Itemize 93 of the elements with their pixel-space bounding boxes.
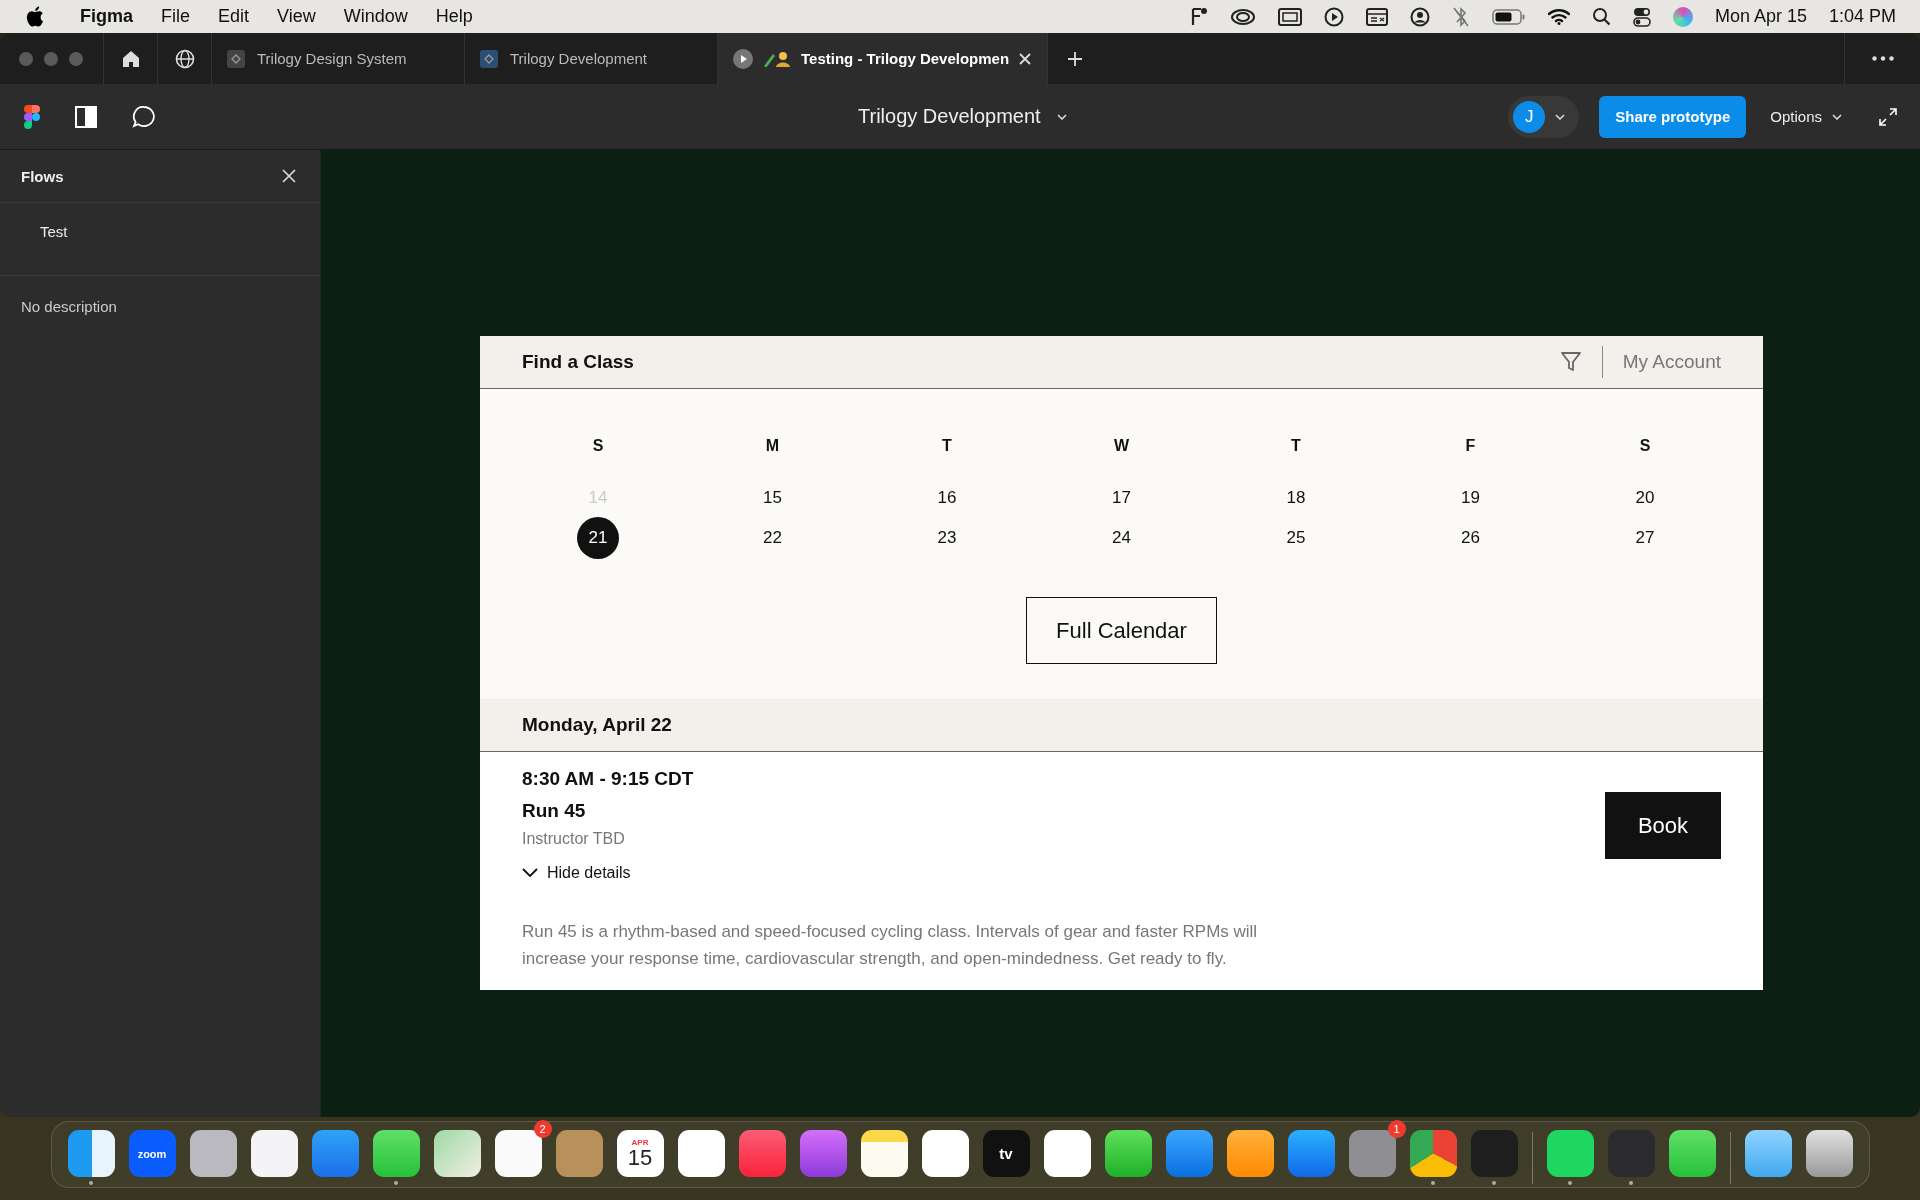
- user-menu-button[interactable]: J: [1508, 95, 1580, 138]
- options-button[interactable]: Options: [1764, 107, 1848, 126]
- details-toggle[interactable]: Hide details: [522, 864, 631, 882]
- zoom-app-icon[interactable]: zoom: [128, 1130, 176, 1177]
- class-name: Run 45: [522, 800, 586, 822]
- calendar-app-icon[interactable]: APR 15: [616, 1130, 664, 1177]
- figma-status-icon[interactable]: [1189, 6, 1208, 27]
- filter-icon[interactable]: [1559, 351, 1582, 373]
- weekday-label: T: [1290, 437, 1302, 456]
- book-button[interactable]: Book: [1605, 792, 1721, 859]
- notepad-app-icon[interactable]: [860, 1130, 908, 1177]
- close-window-button[interactable]: [19, 51, 33, 66]
- menu-item[interactable]: Help: [435, 6, 473, 27]
- apple-logo-icon[interactable]: [26, 6, 44, 27]
- battery-icon[interactable]: [1491, 8, 1526, 25]
- zoom-window-button[interactable]: [69, 51, 83, 66]
- menu-item[interactable]: View: [277, 6, 316, 27]
- calendar-day[interactable]: 24: [1100, 517, 1143, 559]
- user-circle-icon[interactable]: [1409, 6, 1430, 27]
- file-thumbnail-icon: [480, 49, 498, 68]
- calendar-date: 15: [627, 1147, 653, 1169]
- chevron-icon: [522, 868, 538, 878]
- close-icon[interactable]: [1019, 52, 1032, 65]
- menu-date[interactable]: Mon Apr 15: [1714, 6, 1807, 27]
- cloud-icon[interactable]: [1229, 6, 1256, 27]
- weekday-label: F: [1464, 437, 1477, 456]
- share-prototype-button[interactable]: Share prototype: [1599, 95, 1747, 138]
- menu-item[interactable]: Edit: [218, 6, 250, 27]
- wifi-icon[interactable]: [1547, 8, 1570, 25]
- calendar-day[interactable]: 26: [1449, 517, 1492, 559]
- figma-logo-icon[interactable]: [24, 104, 40, 129]
- menu-item[interactable]: File: [161, 6, 191, 27]
- class-time: 8:30 AM - 9:15 CDT: [522, 768, 694, 790]
- home-icon: [121, 50, 140, 67]
- file-tab[interactable]: Trilogy Design System: [212, 33, 465, 84]
- file-tab[interactable]: Testing - Trilogy Developmen: [718, 33, 1049, 84]
- chevron-down-icon: [1555, 113, 1566, 120]
- calendar-day[interactable]: 25: [1275, 517, 1317, 559]
- weekday-label: S: [591, 437, 605, 456]
- weekday-label: S: [1638, 437, 1652, 456]
- calendar-day[interactable]: 22: [751, 517, 794, 559]
- calendar-day[interactable]: 20: [1624, 477, 1666, 519]
- flow-item[interactable]: Test: [40, 223, 68, 240]
- calendar-day[interactable]: 15: [751, 477, 794, 519]
- flow-description: No description: [20, 297, 118, 317]
- instructor-name: Instructor TBD: [522, 830, 625, 848]
- expand-icon[interactable]: [1878, 106, 1898, 127]
- app-label: zoom: [137, 1147, 167, 1160]
- calendar-day[interactable]: 23: [926, 517, 968, 559]
- panel-icon[interactable]: [1365, 7, 1388, 26]
- weekday-label: W: [1112, 437, 1131, 456]
- more-icon: [1871, 56, 1894, 61]
- pencil-and-person-icon: [763, 50, 791, 67]
- notification-badge: 2: [533, 1120, 552, 1138]
- chevron-down-icon: [1056, 113, 1067, 120]
- user-avatar: J: [1513, 100, 1546, 133]
- my-account-link[interactable]: My Account: [1622, 351, 1721, 373]
- calendar-month: APR: [631, 1138, 649, 1147]
- plus-icon: [1067, 50, 1084, 67]
- play-icon[interactable]: [1323, 6, 1344, 27]
- date-heading: Monday, April 22: [522, 714, 672, 736]
- file-thumbnail-icon: [227, 49, 245, 68]
- full-calendar-button[interactable]: Full Calendar: [1026, 597, 1217, 664]
- calendar-day[interactable]: 16: [926, 477, 968, 519]
- search-icon[interactable]: [1591, 7, 1611, 26]
- calendar-day[interactable]: 27: [1624, 517, 1666, 559]
- page-title: Find a Class: [522, 351, 634, 373]
- minimize-window-button[interactable]: [44, 51, 58, 66]
- weekday-label: M: [764, 437, 781, 456]
- file-title-dropdown[interactable]: Trilogy Development: [858, 105, 1067, 128]
- calendar-day[interactable]: 17: [1100, 477, 1143, 519]
- class-description: Run 45 is a rhythm-based and speed-focused cycling class. Intervals of gear and faster RPMs will increase your response time, cardiovascular strength, and open-mindedness. Get ready to fly.: [522, 921, 1259, 970]
- sidebar-title: Flows: [21, 167, 64, 185]
- toggles-icon[interactable]: [1632, 6, 1651, 27]
- close-icon[interactable]: [282, 169, 296, 183]
- calendar-day[interactable]: 18: [1275, 477, 1317, 519]
- bluetooth-off-icon[interactable]: [1451, 5, 1470, 28]
- window-icon[interactable]: [1277, 7, 1302, 26]
- play-icon: [733, 48, 753, 69]
- weekday-label: T: [941, 437, 953, 456]
- menu-time[interactable]: 1:04 PM: [1828, 6, 1896, 27]
- tv-app-icon[interactable]: tv: [982, 1130, 1030, 1177]
- menu-app-name[interactable]: Figma: [80, 6, 133, 27]
- calendar-day[interactable]: 19: [1449, 477, 1492, 519]
- comment-icon[interactable]: [132, 104, 156, 129]
- menu-item[interactable]: Window: [343, 6, 408, 27]
- chevron-down-icon: [1832, 113, 1842, 120]
- sidebar-toggle-icon[interactable]: [74, 104, 98, 129]
- siri-orb-icon[interactable]: [1672, 6, 1693, 27]
- calendar-day[interactable]: 21: [577, 517, 619, 559]
- notification-badge: 1: [1387, 1120, 1406, 1138]
- globe-icon: [174, 48, 195, 69]
- app-label: tv: [999, 1145, 1013, 1162]
